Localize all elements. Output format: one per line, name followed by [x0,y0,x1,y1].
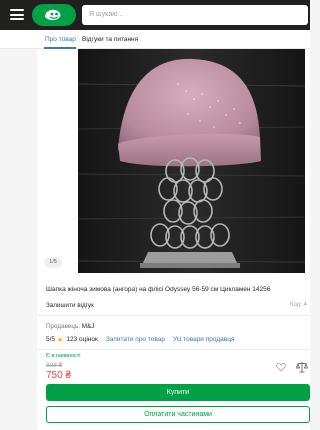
leave-review-link[interactable]: Залишити відгук [46,302,94,309]
image-counter: 1/5 [44,257,62,268]
rating-row: 5/5 ★ 123 оцінок Запитати про товар Усі … [46,335,234,344]
tab-about[interactable]: Про товар [45,36,76,43]
logo-icon[interactable] [32,4,76,26]
seller-name[interactable]: M&J [82,323,95,330]
seller-info: Продавець: M&J [46,323,94,330]
divider [37,315,310,316]
buy-button[interactable]: Купити [46,384,310,401]
menu-icon[interactable] [10,9,24,20]
top-header: Я шукаю... [0,0,310,30]
pay-in-parts-button[interactable]: Оплатити частинами [46,406,310,423]
star-icon: ★ [57,336,64,344]
current-price: 750 ₴ [46,370,72,381]
search-input[interactable]: Я шукаю... [82,5,308,25]
product-title: Шапка жіноча зимова (ангора) на флісі Od… [46,286,271,293]
rating-value: 5/5 [46,336,56,343]
seller-products-link[interactable]: Усі товари продавця [173,336,234,343]
wishlist-icon[interactable] [276,362,286,372]
compare-scale-icon[interactable] [296,361,308,373]
rating-count[interactable]: 123 оцінок [66,336,97,343]
ask-question-link[interactable]: Запитати про товар [106,336,165,343]
divider [37,349,310,350]
tab-reviews[interactable]: Відгуки та питання [82,36,138,43]
seller-label: Продавець: [46,323,80,330]
product-photo[interactable] [78,49,305,273]
product-tabs: Про товар Відгуки та питання [0,30,310,49]
availability-status: Є в наявності [46,353,81,359]
product-code: Код: 4 [290,302,307,308]
old-price: 898 ₴ [46,362,63,369]
